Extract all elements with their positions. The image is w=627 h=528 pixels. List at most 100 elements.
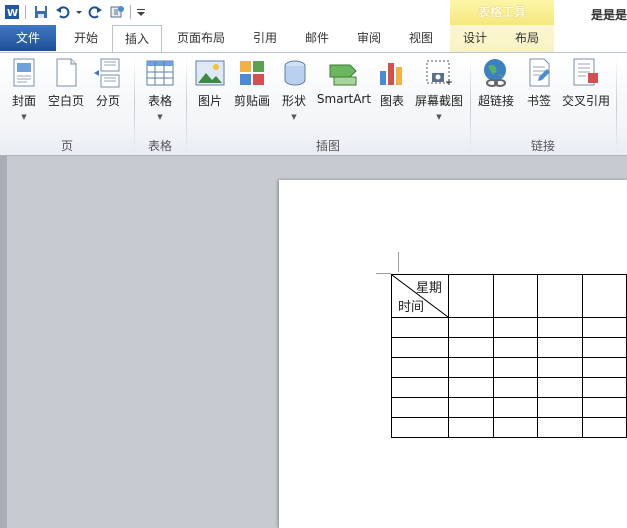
cover-page-icon: [8, 57, 40, 89]
tab-page-layout[interactable]: 页面布局: [167, 25, 235, 51]
tab-file[interactable]: 文件: [0, 25, 56, 51]
table-cell[interactable]: [448, 317, 494, 338]
table-cell[interactable]: [448, 337, 494, 358]
separator: [25, 5, 26, 19]
table-cell[interactable]: [581, 377, 627, 398]
chart-icon: [376, 57, 408, 89]
title-bar: W 表格工具 是是是: [0, 0, 627, 25]
blank-page-button[interactable]: 空白页: [46, 57, 86, 109]
table-cell[interactable]: [581, 397, 627, 418]
redo-icon[interactable]: [85, 2, 105, 22]
table-button[interactable]: 表格 ▼: [142, 57, 178, 121]
table-cell[interactable]: [492, 417, 538, 438]
table-cell[interactable]: [391, 317, 449, 338]
table-cell[interactable]: [537, 377, 583, 398]
table-cell[interactable]: [492, 274, 538, 318]
table-cell[interactable]: [537, 337, 583, 358]
table-cell[interactable]: [448, 377, 494, 398]
table-cell[interactable]: [537, 317, 583, 338]
table-cell[interactable]: [391, 417, 449, 438]
table-row: [391, 397, 627, 418]
group-label-table: 表格: [147, 139, 172, 153]
table-cell[interactable]: [492, 377, 538, 398]
tab-design[interactable]: 设计: [453, 25, 497, 51]
bookmark-icon: [523, 57, 555, 89]
hyperlink-globe-icon: [480, 57, 512, 89]
clipart-button[interactable]: 剪贴画: [232, 57, 272, 109]
svg-text:W: W: [7, 8, 18, 19]
format-painter-icon[interactable]: [107, 2, 127, 22]
group-label-links: 链接: [530, 139, 555, 153]
table-cell[interactable]: [391, 397, 449, 418]
undo-icon[interactable]: [53, 2, 73, 22]
group-label-page: 页: [60, 139, 73, 153]
table-row: 星期 时间: [391, 274, 627, 318]
separator: [130, 5, 131, 19]
table-cell[interactable]: [581, 317, 627, 338]
table-cell[interactable]: [448, 417, 494, 438]
table-icon: [144, 57, 176, 89]
tab-mailings[interactable]: 邮件: [295, 25, 339, 51]
tab-layout[interactable]: 布局: [505, 25, 549, 51]
table-cell[interactable]: [448, 397, 494, 418]
margin-marker: [398, 252, 399, 272]
table-cell[interactable]: [448, 274, 494, 318]
table-cell[interactable]: [537, 397, 583, 418]
cross-reference-button[interactable]: 交叉引用: [560, 57, 612, 109]
shapes-icon: [279, 57, 311, 89]
table-cell[interactable]: [581, 417, 627, 438]
margin-marker: [376, 273, 391, 274]
page-break-icon: [92, 57, 124, 89]
smartart-button[interactable]: SmartArt: [316, 57, 372, 106]
undo-dropdown-icon[interactable]: [75, 2, 83, 22]
word-app-icon[interactable]: W: [2, 2, 22, 22]
shapes-button[interactable]: 形状 ▼: [279, 57, 309, 121]
clipart-icon: [236, 57, 268, 89]
customize-qat-icon[interactable]: [136, 2, 146, 22]
tab-review[interactable]: 审阅: [347, 25, 391, 51]
dropdown-arrow-icon: ▼: [436, 113, 442, 121]
save-icon[interactable]: [31, 2, 51, 22]
chart-button[interactable]: 图表: [376, 57, 408, 109]
tab-insert[interactable]: 插入: [112, 25, 162, 53]
table-cell[interactable]: [581, 357, 627, 378]
group-separator: [616, 57, 617, 153]
tab-references[interactable]: 引用: [243, 25, 287, 51]
quick-access-toolbar: W: [0, 0, 146, 24]
table-cell[interactable]: [492, 337, 538, 358]
table-cell[interactable]: [391, 377, 449, 398]
left-ruler: [0, 156, 7, 528]
screenshot-button[interactable]: 屏幕截图 ▼: [414, 57, 464, 121]
cross-reference-icon: [570, 57, 602, 89]
page-break-button[interactable]: 分页: [92, 57, 124, 109]
group-label-illustrations: 插图: [315, 139, 340, 153]
picture-button[interactable]: 图片: [194, 57, 226, 109]
hyperlink-button[interactable]: 超链接: [476, 57, 516, 109]
table-row: [391, 357, 627, 378]
tab-view[interactable]: 视图: [399, 25, 443, 51]
table-cell[interactable]: [492, 397, 538, 418]
table-cell[interactable]: [492, 317, 538, 338]
table-row: [391, 377, 627, 398]
table-cell[interactable]: [391, 337, 449, 358]
bookmark-button[interactable]: 书签: [523, 57, 555, 109]
table-cell[interactable]: [492, 357, 538, 378]
table-row: [391, 317, 627, 338]
table-cell[interactable]: [391, 357, 449, 378]
document-table[interactable]: 星期 时间: [391, 274, 627, 438]
table-cell[interactable]: [581, 274, 627, 318]
diagonal-header-cell[interactable]: 星期 时间: [391, 274, 449, 318]
table-cell[interactable]: [581, 337, 627, 358]
table-cell[interactable]: [537, 274, 583, 318]
table-cell[interactable]: [537, 357, 583, 378]
table-cell[interactable]: [448, 357, 494, 378]
screenshot-icon: [423, 57, 455, 89]
tab-home[interactable]: 开始: [58, 25, 114, 51]
table-row: [391, 417, 627, 438]
table-tools-header: 表格工具: [450, 0, 554, 25]
table-row: [391, 337, 627, 358]
ribbon-insert: 封面 ▼ 空白页 分页 页 表格 ▼ 表格 图片 剪贴画 形状 ▼ SmartA…: [0, 52, 627, 156]
table-cell[interactable]: [537, 417, 583, 438]
dropdown-arrow-icon: ▼: [157, 113, 163, 121]
cover-page-button[interactable]: 封面 ▼: [6, 57, 42, 121]
